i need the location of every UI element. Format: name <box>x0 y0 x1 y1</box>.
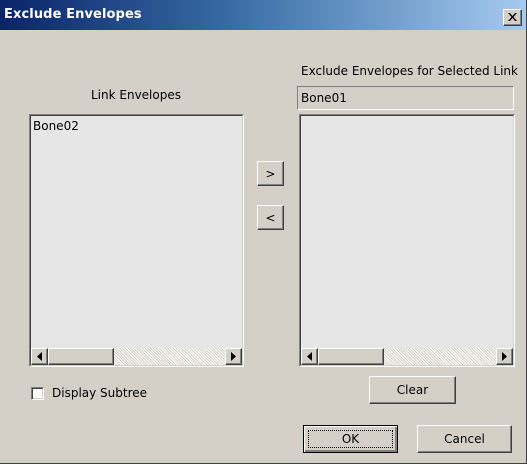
exclude-envelopes-heading: Exclude Envelopes for Selected Link <box>301 64 518 78</box>
display-subtree-checkbox[interactable] <box>31 387 44 400</box>
remove-exclude-label: < <box>265 211 276 225</box>
window-title: Exclude Envelopes <box>4 7 142 22</box>
scroll-left-button[interactable] <box>301 348 318 365</box>
clear-button[interactable]: Clear <box>369 376 456 404</box>
exclude-envelopes-dialog: Exclude Envelopes Exclude Envelopes for … <box>0 0 527 464</box>
link-envelopes-list[interactable]: Bone02 <box>29 114 244 367</box>
display-subtree-label[interactable]: Display Subtree <box>52 386 147 400</box>
scroll-right-button[interactable] <box>225 348 242 365</box>
cancel-button[interactable]: Cancel <box>417 425 512 453</box>
right-list-horizontal-scrollbar[interactable] <box>301 348 513 365</box>
selected-link-field: Bone01 <box>297 86 514 110</box>
arrow-right-icon <box>231 352 236 361</box>
link-envelopes-heading: Link Envelopes <box>91 88 181 102</box>
scroll-thumb[interactable] <box>48 348 114 365</box>
list-item[interactable]: Bone02 <box>33 119 79 133</box>
close-x-icon <box>508 13 517 21</box>
arrow-left-icon <box>307 352 312 361</box>
scroll-right-button[interactable] <box>496 348 513 365</box>
clear-button-label: Clear <box>396 383 429 397</box>
add-exclude-label: > <box>265 167 276 181</box>
arrow-right-icon <box>502 352 507 361</box>
ok-button[interactable]: OK <box>303 425 398 453</box>
ok-button-label: OK <box>341 432 360 446</box>
arrow-left-icon <box>37 352 42 361</box>
add-exclude-button[interactable]: > <box>257 161 284 186</box>
excluded-envelopes-list[interactable] <box>299 114 515 367</box>
close-button[interactable] <box>503 9 522 26</box>
scroll-thumb[interactable] <box>318 348 384 365</box>
title-bar[interactable]: Exclude Envelopes <box>0 0 526 30</box>
cancel-button-label: Cancel <box>444 432 485 446</box>
selected-link-value: Bone01 <box>301 91 347 105</box>
remove-exclude-button[interactable]: < <box>257 205 284 230</box>
scroll-left-button[interactable] <box>31 348 48 365</box>
left-list-horizontal-scrollbar[interactable] <box>31 348 242 365</box>
